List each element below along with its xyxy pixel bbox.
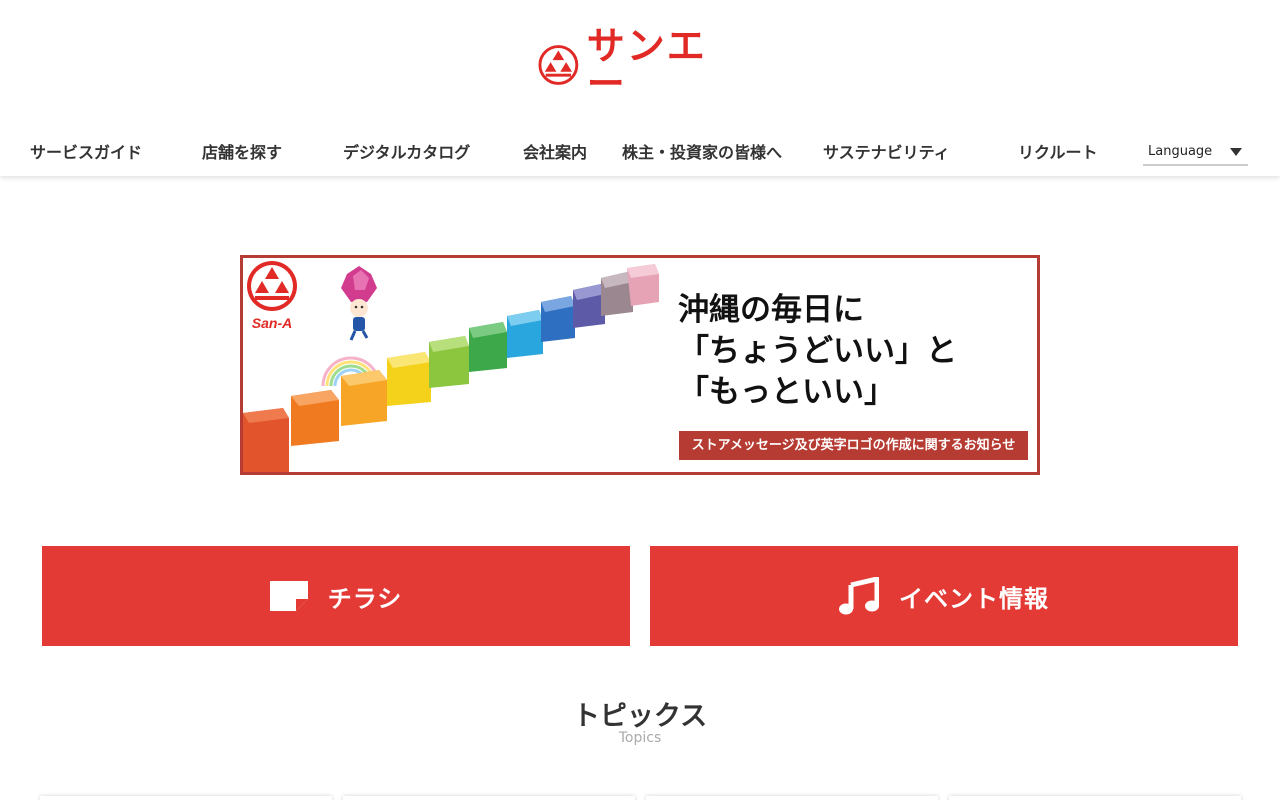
topic-card[interactable]: [646, 796, 938, 800]
language-select[interactable]: Language: [1143, 140, 1248, 166]
banner-copy: 沖縄の毎日に 「ちょうどいい」と 「もっといい」: [678, 290, 957, 413]
nav-item-sustainability[interactable]: サステナビリティ: [823, 140, 950, 166]
event-info-button[interactable]: イベント情報: [650, 546, 1238, 646]
event-info-button-label: イベント情報: [899, 584, 1049, 613]
banner-notice[interactable]: ストアメッセージ及び英字ロゴの作成に関するお知らせ: [679, 431, 1028, 460]
nav-item-recruit[interactable]: リクルート: [1018, 140, 1098, 166]
main-nav: サービスガイド 店舗を探す デジタルカタログ 会社案内 株主・投資家の皆様へ サ…: [0, 140, 1280, 166]
site-header: サンエー サービスガイド 店舗を探す デジタルカタログ 会社案内 株主・投資家の…: [0, 0, 1280, 176]
logo-text: サンエー: [586, 24, 707, 106]
flyer-button[interactable]: チラシ: [42, 546, 630, 646]
site-logo[interactable]: サンエー: [538, 27, 742, 103]
nav-item-digital-catalog[interactable]: デジタルカタログ: [343, 140, 470, 166]
topic-card[interactable]: [343, 796, 635, 800]
topics-heading: トピックス: [572, 701, 708, 732]
nav-item-find-store[interactable]: 店舗を探す: [202, 140, 282, 166]
topic-card[interactable]: [949, 796, 1241, 800]
color-blocks-illustration: [243, 264, 659, 472]
banner-copy-line: 沖縄の毎日に: [678, 292, 864, 328]
banner-copy-line: 「もっといい」: [678, 374, 895, 410]
nav-item-company[interactable]: 会社案内: [523, 140, 587, 166]
chevron-down-icon: [1230, 148, 1242, 156]
flyer-button-label: チラシ: [327, 584, 403, 613]
flyer-icon: [269, 581, 308, 611]
banner-copy-line: 「ちょうどいい」と: [678, 333, 957, 369]
nav-item-investors[interactable]: 株主・投資家の皆様へ: [622, 140, 782, 166]
nav-item-service-guide[interactable]: サービスガイド: [30, 140, 142, 166]
san-a-brand-mark-icon: San-A: [247, 261, 297, 331]
hero-banner[interactable]: 沖縄の毎日に 「ちょうどいい」と 「もっといい」 San-A ストアメッセージ及…: [240, 255, 1040, 475]
san-a-logo-mark-icon: [538, 45, 579, 85]
brand-mark-text: San-A: [252, 315, 292, 331]
topic-card[interactable]: [40, 796, 332, 800]
topics-subheading: Topics: [618, 730, 662, 746]
language-label: Language: [1148, 144, 1213, 159]
music-note-icon: [839, 577, 879, 615]
mascot: [341, 266, 377, 341]
